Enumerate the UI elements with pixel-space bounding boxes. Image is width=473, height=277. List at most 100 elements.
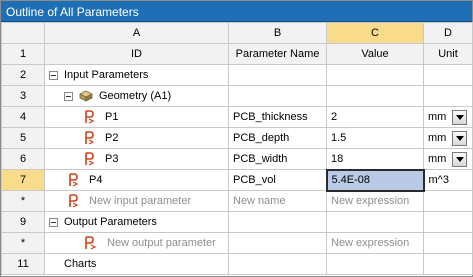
parameter-icon	[68, 173, 79, 187]
row-number[interactable]: 7	[1, 169, 45, 191]
row-number[interactable]: 3	[1, 85, 45, 107]
column-letter-a[interactable]: A	[44, 22, 229, 44]
unit-dropdown-button[interactable]	[452, 130, 467, 146]
column-letter-row: A B C D	[1, 22, 473, 44]
outline-panel: Outline of All Parameters A B C D 1 ID P…	[0, 0, 473, 277]
empty-cell	[228, 85, 327, 107]
empty-cell	[423, 190, 473, 212]
unit-cell[interactable]: m^3	[423, 169, 473, 191]
new-name-cell[interactable]: New name	[228, 190, 327, 212]
empty-cell	[423, 85, 473, 107]
row-number[interactable]: 1	[1, 43, 45, 65]
empty-cell	[228, 232, 327, 254]
table-row: * New output parameter New expression	[1, 232, 473, 254]
expander-minus-icon[interactable]	[49, 70, 58, 80]
table-row: 7 P4 PCB_vol 5.4E-08 m^3	[1, 168, 473, 192]
corner-cell[interactable]	[1, 22, 45, 44]
new-output-parameter-cell[interactable]: New output parameter	[44, 232, 229, 254]
header-unit: Unit	[423, 43, 473, 65]
expander-minus-icon[interactable]	[49, 217, 58, 227]
unit-label: mm	[428, 132, 447, 144]
input-parameters-node[interactable]: Input Parameters	[44, 64, 229, 86]
parameter-name-cell[interactable]: PCB_width	[228, 148, 327, 170]
table-row: * New input parameter New name New expre…	[1, 190, 473, 212]
expander-minus-icon[interactable]	[64, 91, 73, 101]
value-cell[interactable]: 1.5	[326, 127, 424, 149]
empty-cell	[326, 85, 424, 107]
parameter-id: P4	[89, 174, 103, 186]
parameter-icon	[84, 152, 95, 166]
tree-label: Output Parameters	[64, 216, 157, 228]
chevron-down-icon	[455, 156, 464, 162]
output-parameters-node[interactable]: Output Parameters	[44, 211, 229, 233]
empty-cell	[228, 64, 327, 86]
row-number[interactable]: 9	[1, 211, 45, 233]
charts-node[interactable]: Charts	[44, 253, 229, 275]
row-number[interactable]: *	[1, 232, 45, 254]
parameter-id-cell[interactable]: P3	[44, 148, 229, 170]
parameter-name-cell[interactable]: PCB_vol	[228, 169, 327, 191]
chevron-down-icon	[455, 114, 464, 120]
parameter-id: P1	[105, 111, 119, 123]
row-number[interactable]: 5	[1, 127, 45, 149]
row-number[interactable]: *	[1, 190, 45, 212]
unit-dropdown-button[interactable]	[452, 151, 467, 167]
unit-label: mm	[428, 153, 447, 165]
table-row: 3 Geometry (A1)	[1, 85, 473, 107]
new-expression-cell[interactable]: New expression	[326, 190, 424, 212]
parameter-name-cell[interactable]: PCB_depth	[228, 127, 327, 149]
unit-label: mm	[428, 111, 447, 123]
new-expression-cell[interactable]: New expression	[326, 232, 424, 254]
unit-cell[interactable]: mm	[423, 106, 473, 128]
empty-cell	[326, 64, 424, 86]
placeholder-label: New input parameter	[89, 195, 192, 207]
row-number[interactable]: 6	[1, 148, 45, 170]
parameter-grid: A B C D 1 ID Parameter Name Value Unit 2…	[1, 22, 473, 275]
column-letter-d[interactable]: D	[423, 22, 473, 44]
table-row: 6 P3 PCB_width 18 mm	[1, 148, 473, 170]
value-cell-selected[interactable]: 5.4E-08	[325, 168, 425, 192]
header-value: Value	[326, 43, 424, 65]
unit-cell[interactable]: mm	[423, 127, 473, 149]
column-letter-c[interactable]: C	[326, 22, 424, 44]
new-input-parameter-cell[interactable]: New input parameter	[44, 190, 229, 212]
parameter-name-cell[interactable]: PCB_thickness	[228, 106, 327, 128]
parameter-id: P2	[105, 132, 119, 144]
column-letter-b[interactable]: B	[228, 22, 327, 44]
geometry-icon	[79, 90, 93, 102]
tree-label: Geometry (A1)	[99, 90, 172, 102]
parameter-id: P3	[105, 153, 119, 165]
empty-cell	[423, 253, 473, 275]
table-row: 11 Charts	[1, 253, 473, 275]
parameter-id-cell[interactable]: P2	[44, 127, 229, 149]
empty-cell	[423, 64, 473, 86]
geometry-node[interactable]: Geometry (A1)	[44, 85, 229, 107]
empty-cell	[423, 232, 473, 254]
placeholder-label: New output parameter	[107, 237, 216, 249]
unit-cell[interactable]: mm	[423, 148, 473, 170]
tree-label: Charts	[64, 258, 97, 270]
header-row: 1 ID Parameter Name Value Unit	[1, 43, 473, 65]
empty-cell	[326, 211, 424, 233]
empty-cell	[423, 211, 473, 233]
empty-cell	[326, 253, 424, 275]
row-number[interactable]: 4	[1, 106, 45, 128]
tree-label: Input Parameters	[64, 69, 149, 81]
parameter-icon	[84, 110, 95, 124]
table-row: 5 P2 PCB_depth 1.5 mm	[1, 127, 473, 149]
panel-title: Outline of All Parameters	[1, 1, 472, 22]
unit-dropdown-button[interactable]	[452, 109, 467, 125]
table-row: 9 Output Parameters	[1, 211, 473, 233]
value-cell[interactable]: 18	[326, 148, 424, 170]
row-number[interactable]: 11	[1, 253, 45, 275]
empty-cell	[228, 253, 327, 275]
value-cell[interactable]: 2	[326, 106, 424, 128]
parameter-id-cell[interactable]: P1	[44, 106, 229, 128]
empty-cell	[228, 211, 327, 233]
parameter-icon	[68, 194, 79, 208]
header-parameter-name: Parameter Name	[228, 43, 327, 65]
chevron-down-icon	[455, 135, 464, 141]
row-number[interactable]: 2	[1, 64, 45, 86]
parameter-id-cell[interactable]: P4	[44, 169, 229, 191]
header-id: ID	[44, 43, 229, 65]
